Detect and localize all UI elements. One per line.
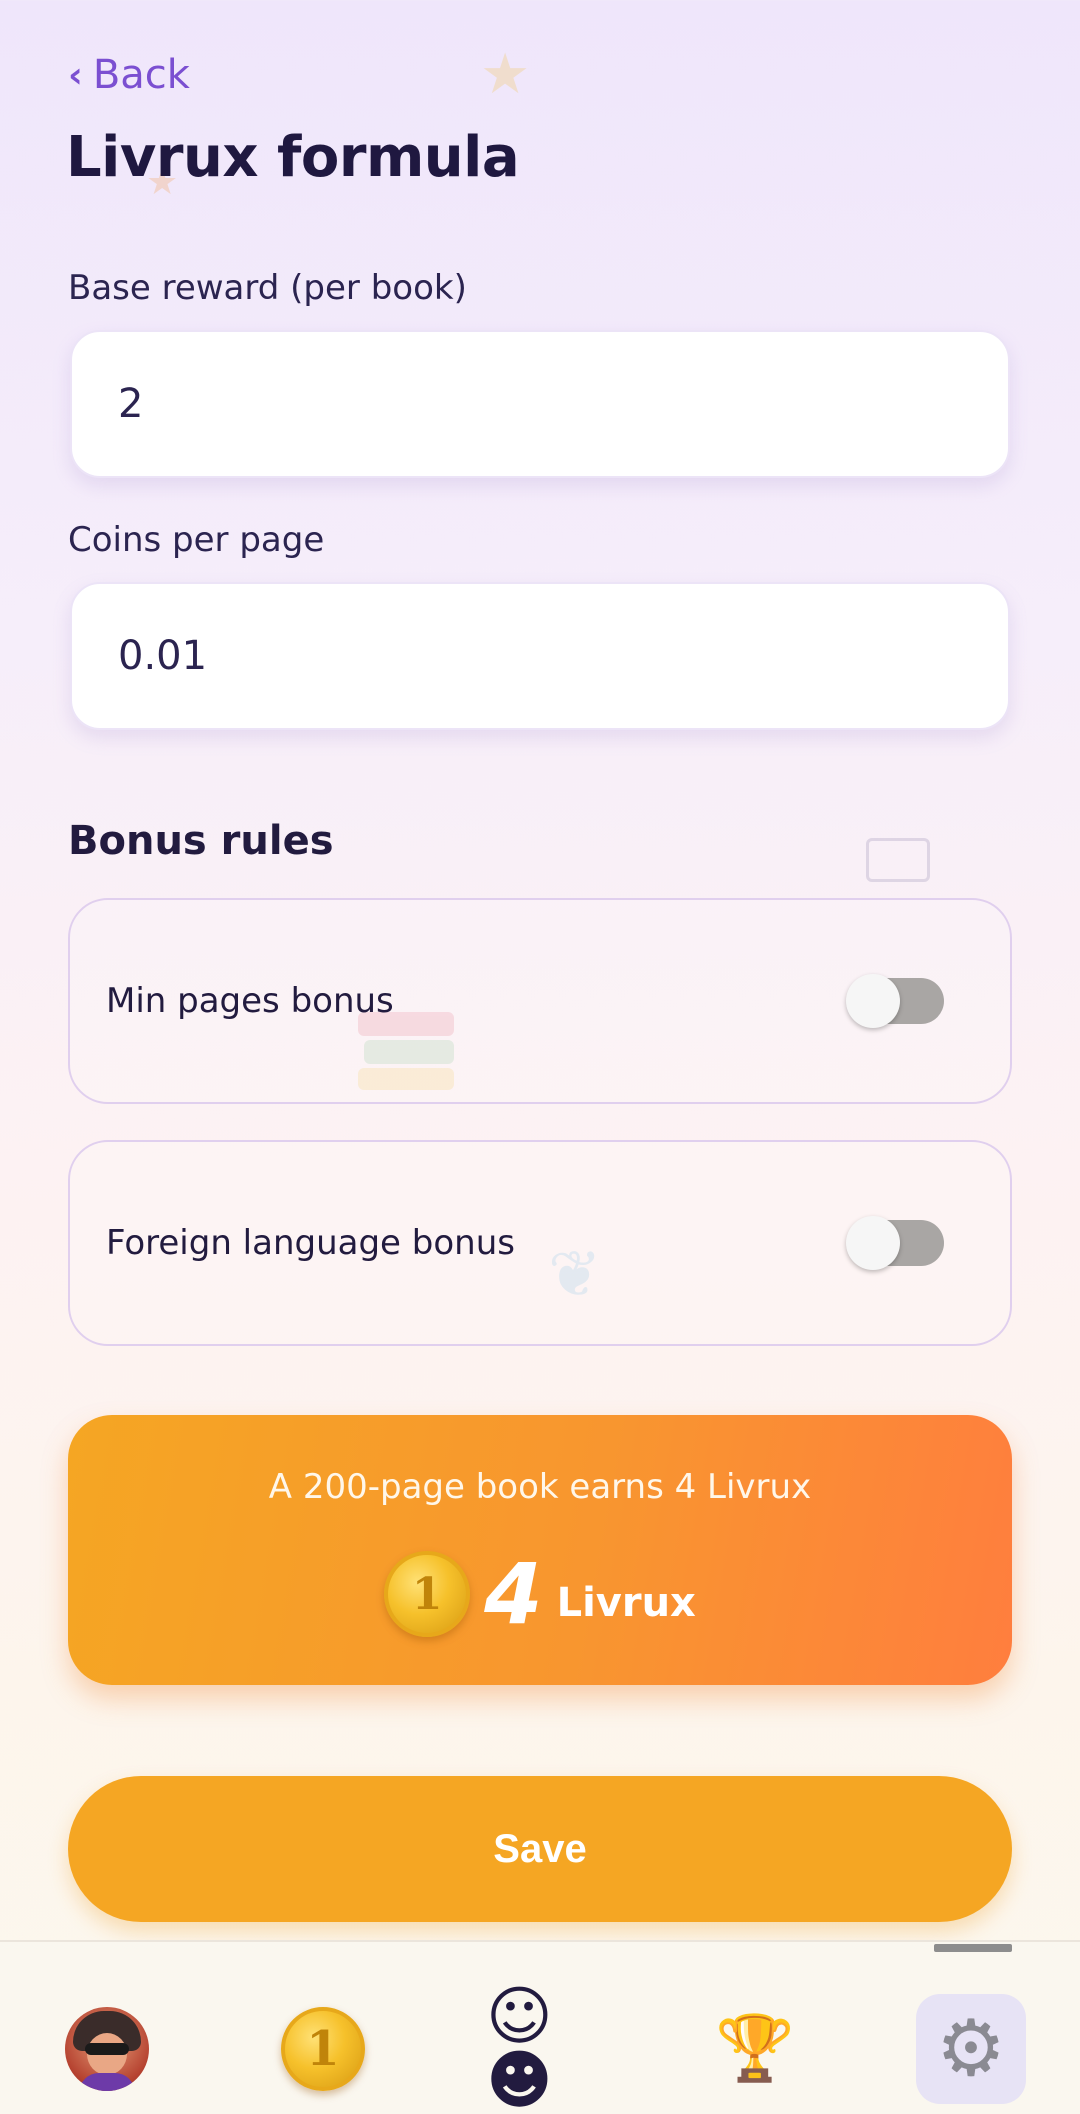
gear-icon: ⚙ [916,1994,1026,2104]
nav-item-trophies[interactable]: 🏆 [700,1994,810,2104]
star-decoration-icon: ★ [480,42,531,107]
earnings-amount-unit: Livrux [556,1580,696,1626]
rule-label: Min pages bonus [106,981,394,1021]
back-button[interactable]: ‹ Back [68,52,190,98]
foreign-language-bonus-toggle[interactable] [846,1216,944,1270]
rule-card-foreign-language: Foreign language bonus [68,1140,1012,1346]
earnings-preview-card: A 200-page book earns 4 Livrux 1 4 Livru… [68,1415,1012,1685]
page-title: Livrux formula [66,125,520,190]
avatar-icon [65,2007,149,2091]
bonus-rules-title: Bonus rules [68,818,334,864]
back-label: Back [92,52,190,98]
nav-item-profile[interactable] [52,1994,162,2104]
rule-card-min-pages: Min pages bonus [68,898,1012,1104]
coins-per-page-input[interactable]: 0.01 [70,582,1010,730]
earnings-amount-value: 4 [484,1545,543,1643]
earnings-preview-text: A 200-page book earns 4 Livrux [268,1467,812,1507]
coin-icon: 1 [281,2007,365,2091]
nav-item-friends[interactable]: ☺☻ [486,1985,596,2113]
base-reward-input[interactable]: 2 [70,330,1010,478]
toggle-knob [846,1216,900,1270]
save-button[interactable]: Save [68,1776,1012,1922]
toggle-knob [846,974,900,1028]
bottom-nav: 1 ☺☻ 🏆 ⚙ [0,1940,1080,2114]
trophy-icon: 🏆 [715,2012,795,2086]
chevron-left-icon: ‹ [68,54,83,96]
base-reward-label: Base reward (per book) [68,268,467,308]
coin-icon: 1 [384,1551,471,1637]
nav-item-settings[interactable]: ⚙ [916,1994,1026,2104]
open-book-decoration-icon [866,838,930,882]
rule-label: Foreign language bonus [106,1223,515,1263]
coins-per-page-label: Coins per page [68,520,325,560]
earnings-amount: 1 4 Livrux [68,1545,1012,1643]
nav-item-coins[interactable]: 1 [268,1994,378,2104]
friends-icon: ☺☻ [486,1980,553,2114]
active-tab-indicator [934,1944,1012,1952]
min-pages-bonus-toggle[interactable] [846,974,944,1028]
